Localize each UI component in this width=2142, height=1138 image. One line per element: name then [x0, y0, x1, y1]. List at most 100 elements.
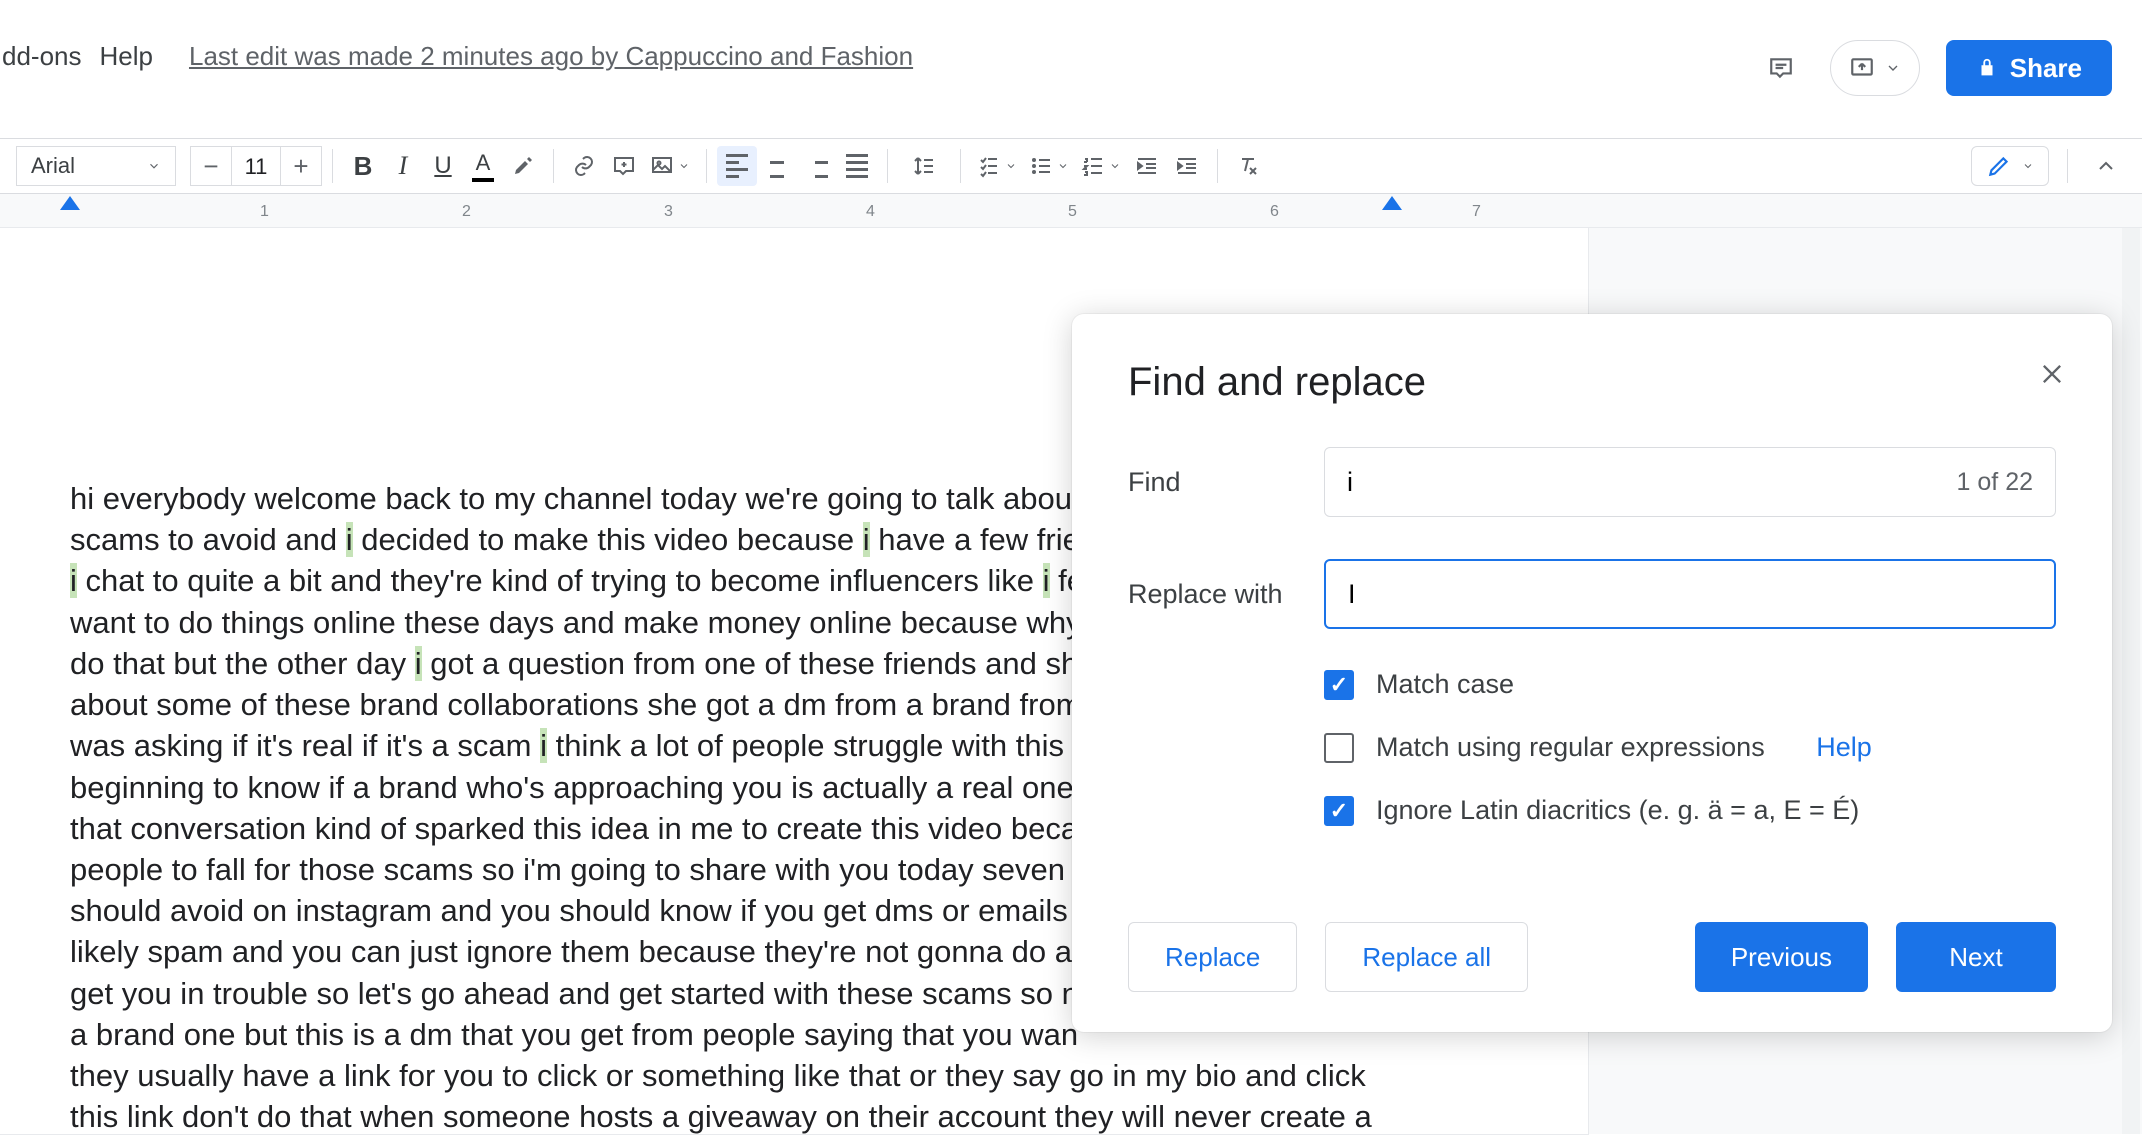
- match-case-label: Match case: [1376, 669, 1514, 700]
- indent-icon: [1175, 154, 1199, 178]
- bold-button[interactable]: B: [343, 146, 383, 186]
- link-icon: [572, 154, 596, 178]
- regex-option: Match using regular expressions Help: [1324, 732, 2056, 763]
- separator: [887, 149, 888, 183]
- lock-icon: [1976, 57, 1998, 79]
- editing-mode-button[interactable]: [1971, 146, 2049, 186]
- previous-button[interactable]: Previous: [1695, 922, 1868, 992]
- clear-formatting-button[interactable]: [1228, 146, 1268, 186]
- align-right-button[interactable]: [797, 146, 837, 186]
- find-highlight: i: [1043, 563, 1050, 598]
- text: was asking if it's real if it's a scam: [70, 728, 531, 763]
- highlight-button[interactable]: [503, 146, 543, 186]
- font-size-decrease[interactable]: −: [191, 146, 231, 186]
- replace-all-button[interactable]: Replace all: [1325, 922, 1528, 992]
- options: ✓ Match case Match using regular express…: [1324, 669, 2056, 826]
- find-highlight: i: [863, 522, 870, 557]
- find-highlight: i: [415, 646, 422, 681]
- ruler[interactable]: 1 2 3 4 5 6 7: [0, 194, 2142, 228]
- line-spacing-button[interactable]: [898, 146, 950, 186]
- dialog-title: Find and replace: [1128, 360, 2056, 405]
- chevron-down-icon: [1057, 160, 1069, 172]
- header-right: Share: [1758, 40, 2112, 96]
- present-icon: [1849, 55, 1875, 81]
- text: scams to avoid and: [70, 522, 337, 557]
- menu-help[interactable]: Help: [100, 41, 153, 72]
- diacritics-option: ✓ Ignore Latin diacritics (e. g. ä = a, …: [1324, 795, 2056, 826]
- chevron-down-icon: [147, 159, 161, 173]
- italic-button[interactable]: I: [383, 146, 423, 186]
- share-button[interactable]: Share: [1946, 40, 2112, 96]
- collapse-toolbar-button[interactable]: [2086, 146, 2126, 186]
- close-button[interactable]: [2038, 358, 2066, 397]
- text: people to fall for those scams so i'm go…: [70, 852, 1065, 887]
- diacritics-label: Ignore Latin diacritics (e. g. ä = a, E …: [1376, 795, 1859, 826]
- find-input[interactable]: [1347, 467, 1945, 498]
- align-justify-button[interactable]: [837, 146, 877, 186]
- clear-format-icon: [1236, 154, 1260, 178]
- vertical-scrollbar[interactable]: [2122, 228, 2140, 1134]
- find-row: Find 1 of 22: [1128, 447, 2056, 517]
- find-highlight: i: [540, 728, 547, 763]
- diacritics-checkbox[interactable]: ✓: [1324, 796, 1354, 826]
- right-indent-marker[interactable]: [1382, 196, 1402, 210]
- present-button[interactable]: [1830, 40, 1920, 96]
- align-left-button[interactable]: [717, 146, 757, 186]
- line-spacing-icon: [912, 154, 936, 178]
- chevron-up-icon: [2094, 154, 2118, 178]
- align-right-icon: [806, 154, 828, 178]
- text: that conversation kind of sparked this i…: [70, 811, 1078, 846]
- next-button[interactable]: Next: [1896, 922, 2056, 992]
- text: a brand one but this is a dm that you ge…: [70, 1017, 1078, 1052]
- text: want to do things online these days and …: [70, 605, 1082, 640]
- regex-help-link[interactable]: Help: [1816, 732, 1872, 763]
- comment-icon: [1768, 55, 1794, 81]
- text: likely spam and you can just ignore them…: [70, 934, 1072, 969]
- replace-input[interactable]: [1348, 579, 2032, 610]
- add-comment-icon: [612, 154, 636, 178]
- add-comment-button[interactable]: [604, 146, 644, 186]
- text: decided to make this video because: [361, 522, 854, 557]
- left-indent-marker[interactable]: [60, 196, 80, 210]
- find-highlight: i: [70, 563, 77, 598]
- font-family-value: Arial: [31, 153, 75, 179]
- replace-input-wrap: [1324, 559, 2056, 629]
- dialog-buttons: Replace Replace all Previous Next: [1128, 922, 2056, 992]
- match-case-option: ✓ Match case: [1324, 669, 2056, 700]
- decrease-indent-button[interactable]: [1127, 146, 1167, 186]
- text-color-button[interactable]: A: [463, 146, 503, 186]
- increase-indent-button[interactable]: [1167, 146, 1207, 186]
- chevron-down-icon: [1109, 160, 1121, 172]
- text: about some of these brand collaborations…: [70, 687, 1082, 722]
- find-count: 1 of 22: [1957, 468, 2033, 497]
- replace-button[interactable]: Replace: [1128, 922, 1297, 992]
- toolbar: Arial − 11 + B I U A: [0, 138, 2142, 194]
- underline-button[interactable]: U: [423, 146, 463, 186]
- bulleted-list-button[interactable]: [1023, 146, 1075, 186]
- menu-addons[interactable]: dd-ons: [2, 41, 82, 72]
- last-edit-link[interactable]: Last edit was made 2 minutes ago by Capp…: [189, 41, 913, 72]
- numbered-list-button[interactable]: [1075, 146, 1127, 186]
- insert-link-button[interactable]: [564, 146, 604, 186]
- match-case-checkbox[interactable]: ✓: [1324, 670, 1354, 700]
- regex-label: Match using regular expressions: [1376, 732, 1765, 763]
- share-label: Share: [2010, 53, 2082, 84]
- align-justify-icon: [846, 154, 868, 178]
- font-size-value[interactable]: 11: [231, 147, 281, 185]
- insert-image-button[interactable]: [644, 146, 696, 186]
- text: chat to quite a bit and they're kind of …: [86, 563, 1035, 598]
- align-center-icon: [766, 154, 788, 178]
- text: get you in trouble so let's go ahead and…: [70, 976, 1079, 1011]
- chevron-down-icon: [1885, 60, 1901, 76]
- open-comments-button[interactable]: [1758, 45, 1804, 91]
- align-center-button[interactable]: [757, 146, 797, 186]
- font-size-increase[interactable]: +: [281, 146, 321, 186]
- regex-checkbox[interactable]: [1324, 733, 1354, 763]
- text: beginning to know if a brand who's appro…: [70, 770, 1074, 805]
- separator: [553, 149, 554, 183]
- checklist-button[interactable]: [971, 146, 1023, 186]
- font-family-select[interactable]: Arial: [16, 146, 176, 186]
- text: this link don't do that when someone hos…: [70, 1099, 1372, 1134]
- font-size-control: − 11 +: [190, 146, 322, 186]
- toolbar-right: [1971, 146, 2136, 186]
